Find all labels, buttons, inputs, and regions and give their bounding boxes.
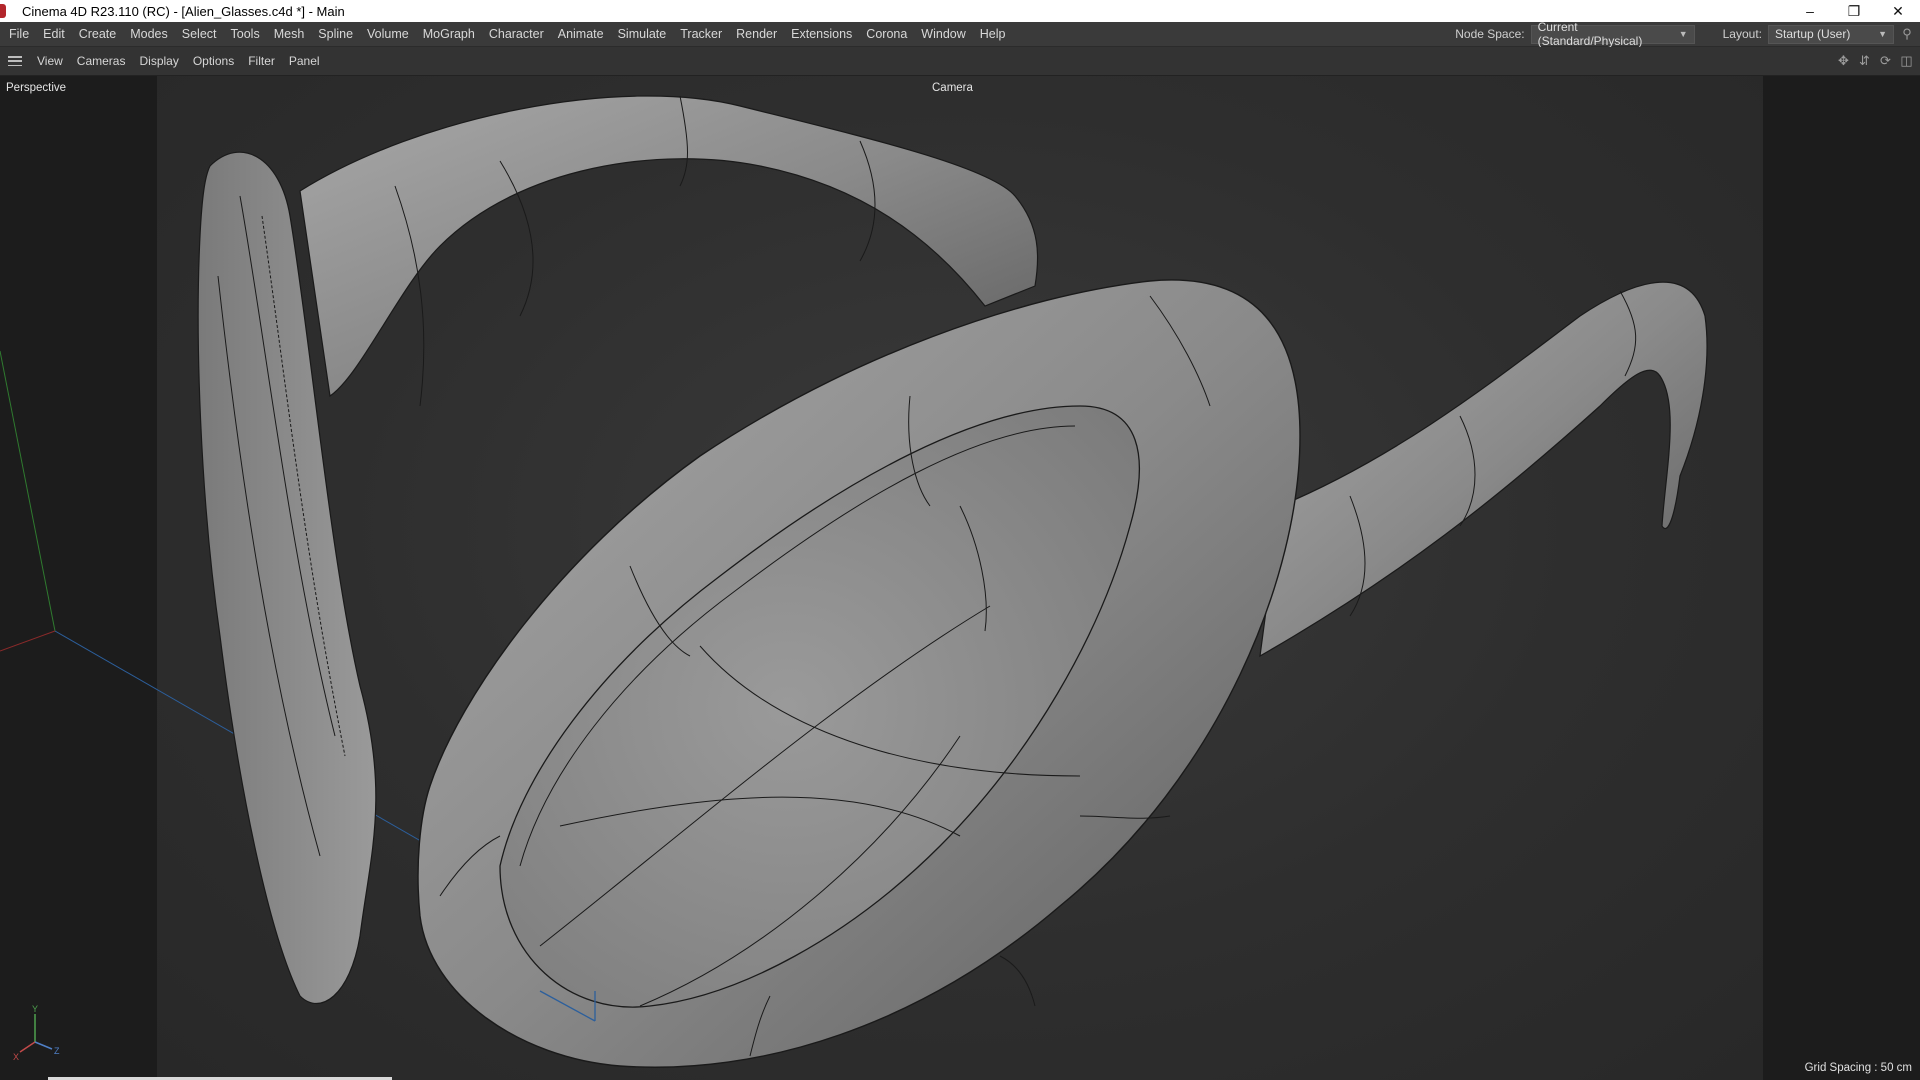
menu-volume[interactable]: Volume: [360, 27, 416, 41]
menu-corona[interactable]: Corona: [859, 27, 914, 41]
menu-spline[interactable]: Spline: [311, 27, 360, 41]
layout-label: Layout:: [1722, 27, 1762, 41]
search-icon[interactable]: ⚲: [1900, 26, 1914, 41]
title-bar: Cinema 4D R23.110 (RC) - [Alien_Glasses.…: [0, 0, 1920, 22]
restore-icon[interactable]: ❐: [1832, 0, 1876, 22]
axis-orientation-gizmo: Y X Z: [13, 1004, 60, 1062]
viewport-menu-panel[interactable]: Panel: [282, 54, 327, 68]
viewport-menubar: View Cameras Display Options Filter Pane…: [0, 47, 1920, 76]
window-title: Cinema 4D R23.110 (RC) - [Alien_Glasses.…: [22, 3, 345, 19]
menu-create[interactable]: Create: [72, 27, 124, 41]
viewport-menu-filter[interactable]: Filter: [241, 54, 282, 68]
chevron-down-icon: ▼: [1878, 29, 1887, 39]
axis-x-label: X: [13, 1052, 19, 1062]
layout-value: Startup (User): [1775, 27, 1851, 41]
perspective-viewport[interactable]: Perspective Camera Grid Spacing : 50 cm …: [0, 76, 1920, 1080]
chevron-down-icon: ▼: [1678, 29, 1688, 39]
node-space-label: Node Space:: [1455, 27, 1525, 41]
menubar-right-controls: Node Space: Current (Standard/Physical) …: [1455, 20, 1914, 48]
cinema4d-logo-icon: [0, 4, 6, 18]
window-controls: – ❐ ✕: [1788, 0, 1920, 22]
menu-tracker[interactable]: Tracker: [673, 27, 729, 41]
viewport-menu-view[interactable]: View: [30, 54, 70, 68]
menu-extensions[interactable]: Extensions: [784, 27, 859, 41]
viewport-menu-cameras[interactable]: Cameras: [70, 54, 133, 68]
rotate-view-icon[interactable]: ⟳: [1878, 53, 1893, 69]
right-temple-arm: [1259, 281, 1708, 658]
viewport-nav-icons: ✥ ⇵ ⟳ ◫: [1836, 47, 1914, 75]
menu-tools[interactable]: Tools: [224, 27, 267, 41]
menu-animate[interactable]: Animate: [551, 27, 611, 41]
viewport-projection-label: Perspective: [6, 82, 67, 94]
scene-glasses-model[interactable]: [0, 76, 1920, 1080]
grid-spacing-readout: Grid Spacing : 50 cm: [1804, 1062, 1912, 1074]
viewport-camera-label[interactable]: Camera: [932, 82, 973, 94]
menu-character[interactable]: Character: [482, 27, 551, 41]
node-space-value: Current (Standard/Physical): [1537, 20, 1643, 48]
main-menubar: File Edit Create Modes Select Tools Mesh…: [0, 20, 1920, 48]
hamburger-icon[interactable]: [8, 56, 22, 66]
menu-window[interactable]: Window: [914, 27, 972, 41]
world-x-axis-line: [0, 630, 56, 652]
move-view-icon[interactable]: ✥: [1836, 53, 1851, 69]
world-y-axis-line: [0, 350, 56, 632]
axis-z-label: Z: [54, 1046, 60, 1056]
viewport-menu-display[interactable]: Display: [132, 54, 185, 68]
close-icon[interactable]: ✕: [1876, 0, 1920, 22]
menu-file[interactable]: File: [0, 27, 36, 41]
axis-y-label: Y: [32, 1004, 38, 1014]
menu-edit[interactable]: Edit: [36, 27, 72, 41]
node-space-dropdown[interactable]: Current (Standard/Physical) ▼: [1530, 20, 1695, 48]
menu-mograph[interactable]: MoGraph: [416, 27, 482, 41]
dolly-view-icon[interactable]: ⇵: [1857, 53, 1872, 69]
viewport-menu-options[interactable]: Options: [186, 54, 241, 68]
menu-simulate[interactable]: Simulate: [611, 27, 674, 41]
menu-select[interactable]: Select: [175, 27, 224, 41]
menu-modes[interactable]: Modes: [123, 27, 175, 41]
minimize-icon[interactable]: –: [1788, 0, 1832, 22]
menu-mesh[interactable]: Mesh: [267, 27, 312, 41]
menu-render[interactable]: Render: [729, 27, 784, 41]
menu-help[interactable]: Help: [973, 27, 1013, 41]
toggle-views-icon[interactable]: ◫: [1899, 53, 1914, 69]
layout-dropdown[interactable]: Startup (User) ▼: [1768, 24, 1894, 44]
